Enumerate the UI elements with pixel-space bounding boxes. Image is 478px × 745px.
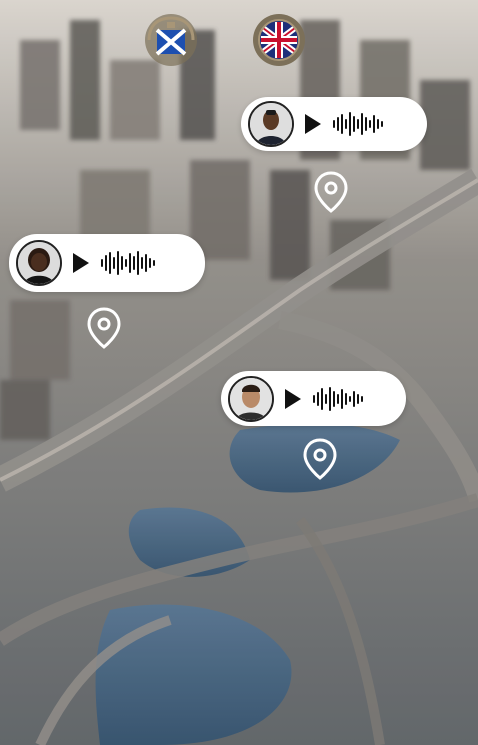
person-avatar bbox=[248, 101, 294, 147]
play-icon[interactable] bbox=[72, 252, 90, 274]
audio-waveform-icon bbox=[313, 386, 363, 411]
play-icon[interactable] bbox=[284, 388, 302, 410]
audio-waveform-icon bbox=[101, 251, 155, 275]
location-pin-icon[interactable] bbox=[303, 438, 337, 480]
voice-message-1[interactable] bbox=[241, 97, 427, 151]
play-icon[interactable] bbox=[304, 113, 322, 135]
person-avatar bbox=[228, 375, 274, 422]
audio-waveform-icon bbox=[333, 112, 383, 136]
voice-message-3[interactable] bbox=[221, 371, 406, 426]
location-pin-icon[interactable] bbox=[314, 171, 348, 213]
location-pin-icon[interactable] bbox=[87, 307, 121, 349]
person-avatar bbox=[16, 240, 62, 286]
union-jack-emblem bbox=[253, 14, 305, 66]
voice-message-2[interactable] bbox=[9, 234, 205, 292]
scotland-flag-emblem bbox=[145, 14, 197, 66]
